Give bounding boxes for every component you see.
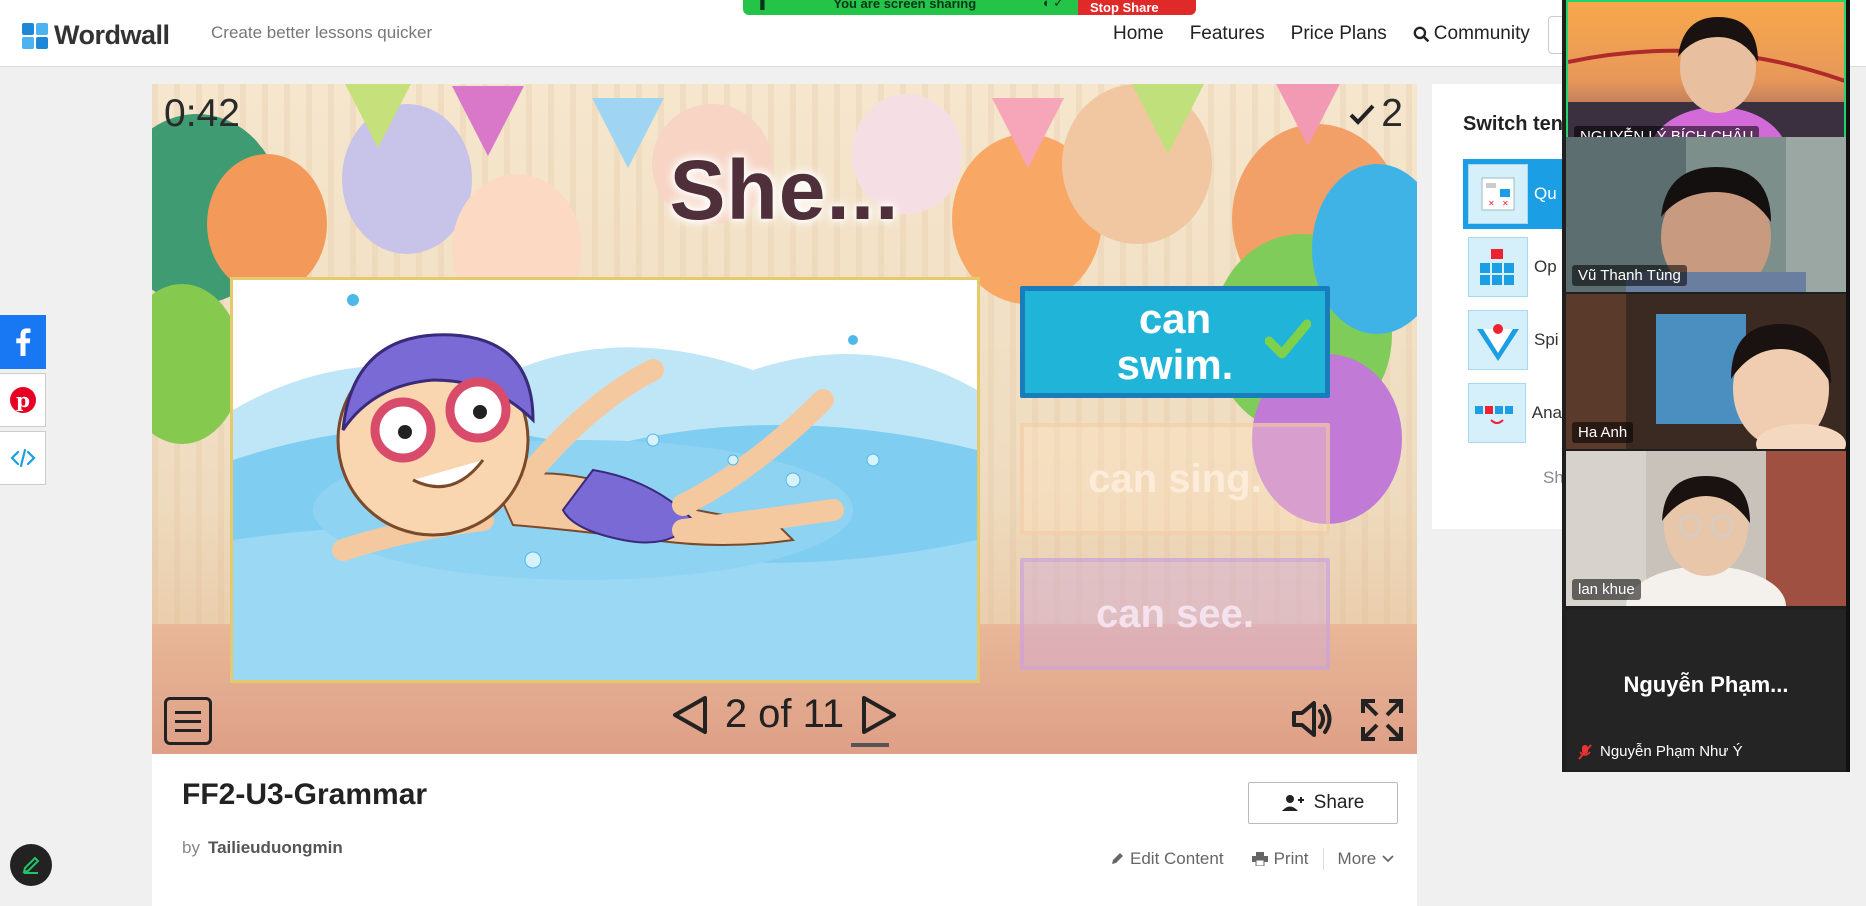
pencil-edit-icon: [22, 856, 40, 874]
question-text: She...: [669, 143, 900, 237]
template-label: Ana: [1531, 403, 1562, 422]
audio-icon[interactable]: ◖ ✓: [1042, 0, 1064, 11]
answer-option[interactable]: can sing.: [1020, 423, 1330, 535]
author-link[interactable]: Tailieuduongmin: [208, 838, 343, 857]
participant-video-off[interactable]: Nguyễn Phạm... Nguyễn Phạm Như Ý: [1566, 610, 1846, 770]
show-more-link[interactable]: Sh: [1543, 468, 1564, 488]
participant-name: lan khue: [1572, 579, 1641, 600]
participant-video[interactable]: Vũ Thanh Tùng: [1566, 137, 1846, 292]
pause-icon[interactable]: ❚: [757, 0, 768, 11]
activity-author: by Tailieuduongmin: [182, 838, 343, 858]
logo-icon: [22, 22, 48, 49]
svg-text:✕: ✕: [1488, 199, 1495, 208]
facebook-share-button[interactable]: [0, 315, 46, 369]
edit-content-button[interactable]: Edit Content: [1096, 849, 1238, 869]
quiz-template-icon: ✕ ✕: [1468, 164, 1528, 224]
svg-text:p: p: [16, 388, 30, 412]
pinterest-icon: p: [9, 387, 36, 413]
print-label: Print: [1273, 849, 1309, 868]
pinterest-share-button[interactable]: p: [0, 373, 46, 427]
spin-wheel-template-icon: [1468, 310, 1528, 370]
anagram-template-icon: [1468, 383, 1526, 443]
screen-share-status-text: You are screen sharing: [833, 0, 977, 11]
timer: 0:42: [164, 92, 240, 135]
answer-option-label: can see.: [1096, 592, 1254, 636]
participant-name-row: Nguyễn Phạm Như Ý: [1572, 741, 1749, 762]
volume-icon[interactable]: [1290, 699, 1336, 739]
bunting-flag: [342, 84, 414, 148]
nav-features[interactable]: Features: [1190, 23, 1265, 45]
switch-template-panel: Switch ten ✕ ✕ Qu Op Spi Ana Sh: [1432, 84, 1564, 529]
tagline: Create better lessons quicker: [211, 23, 433, 42]
next-icon[interactable]: [858, 694, 900, 736]
template-label: Qu: [1534, 184, 1557, 203]
previous-icon[interactable]: [669, 694, 711, 736]
wordwall-logo[interactable]: Wordwall: [22, 20, 170, 51]
quiz-game-area: 0:42 2 She... can swim. can sing. can se…: [152, 84, 1417, 754]
code-icon: [9, 448, 36, 468]
stop-share-label: Stop Share: [1090, 0, 1159, 15]
correct-check-icon: [1265, 319, 1311, 359]
check-icon: [1349, 104, 1375, 125]
annotate-pen-button[interactable]: [10, 844, 52, 886]
answer-option-label: can swim.: [1116, 295, 1234, 388]
nav-home[interactable]: Home: [1113, 23, 1164, 45]
screen-share-bar: ❚ You are screen sharing ◖ ✓ Stop Share: [743, 0, 1196, 15]
more-menu-button[interactable]: More: [1324, 849, 1409, 869]
logo-text: Wordwall: [54, 20, 170, 50]
printer-icon: [1251, 852, 1268, 866]
activity-actions: Edit Content Print More: [1096, 848, 1408, 870]
edit-content-label: Edit Content: [1130, 849, 1224, 868]
pager-text: 2 of 11: [724, 692, 845, 736]
participant-name: Nguyễn Phạm Như Ý: [1600, 743, 1743, 760]
video-participants-panel: NGUYỄN LÝ BÍCH CHÂU Vũ Thanh Tùng Ha Anh: [1562, 0, 1850, 772]
main-nav: Home Features Price Plans Community: [1113, 23, 1530, 45]
facebook-icon: [15, 328, 30, 356]
pencil-icon: [1112, 853, 1123, 864]
nav-price-plans[interactable]: Price Plans: [1291, 23, 1387, 45]
answer-option-label: can sing.: [1088, 457, 1262, 501]
switch-template-title: Switch ten: [1463, 113, 1564, 135]
answer-option[interactable]: can see.: [1020, 558, 1330, 670]
nav-community-label: Community: [1433, 23, 1530, 44]
chevron-down-icon: [1382, 855, 1394, 863]
participant-name: Vũ Thanh Tùng: [1572, 265, 1687, 286]
share-label: Share: [1313, 792, 1365, 813]
participant-video[interactable]: NGUYỄN LÝ BÍCH CHÂU: [1566, 0, 1846, 155]
screen-share-status: ❚ You are screen sharing ◖ ✓: [743, 0, 1078, 15]
search-icon: [1413, 26, 1430, 42]
nav-community[interactable]: Community: [1413, 23, 1530, 45]
share-button[interactable]: Share: [1248, 782, 1398, 824]
open-box-template-icon: [1468, 237, 1528, 297]
question-pager: 2 of 11: [152, 692, 1417, 737]
svg-text:✕: ✕: [1502, 199, 1509, 208]
participant-name: Ha Anh: [1572, 422, 1634, 443]
print-button[interactable]: Print: [1238, 849, 1323, 869]
more-label: More: [1337, 849, 1377, 868]
participant-big-name: Nguyễn Phạm...: [1623, 672, 1789, 697]
template-anagram[interactable]: Ana: [1463, 378, 1562, 448]
score-counter: 2: [1349, 92, 1403, 136]
stop-share-button[interactable]: Stop Share: [1078, 0, 1196, 15]
swimming-girl-illustration: [233, 280, 977, 680]
embed-button[interactable]: [0, 431, 46, 485]
activity-info: FF2-U3-Grammar by Tailieuduongmin Share E…: [152, 754, 1417, 906]
pager-progress: [851, 743, 889, 747]
user-share-icon: [1281, 795, 1304, 811]
question-image: [230, 277, 980, 683]
bunting-flag: [1272, 84, 1344, 146]
answer-option-correct[interactable]: can swim.: [1020, 286, 1330, 398]
muted-mic-icon: [1578, 743, 1592, 760]
by-label: by: [182, 838, 200, 857]
participant-video[interactable]: Ha Anh: [1566, 294, 1846, 449]
activity-title: FF2-U3-Grammar: [182, 778, 428, 811]
participant-video[interactable]: lan khue: [1566, 451, 1846, 606]
template-label: Spi: [1534, 330, 1559, 349]
fullscreen-icon[interactable]: [1359, 697, 1405, 743]
template-quiz[interactable]: ✕ ✕ Qu: [1463, 159, 1562, 229]
template-open-box[interactable]: Op: [1463, 232, 1562, 302]
score-value: 2: [1381, 92, 1403, 135]
template-label: Op: [1534, 257, 1557, 276]
template-spin-wheel[interactable]: Spi: [1463, 305, 1562, 375]
